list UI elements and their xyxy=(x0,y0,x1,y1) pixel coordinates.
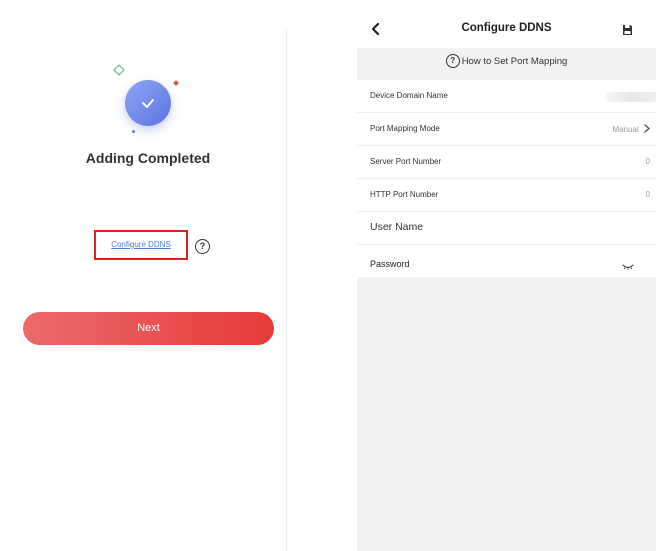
configure-ddns-highlight: Configure DDNS xyxy=(94,230,188,260)
device-domain-label: Device Domain Name xyxy=(370,91,448,100)
screen-divider xyxy=(286,30,287,551)
user-name-label: User Name xyxy=(370,221,424,233)
howto-label: How to Set Port Mapping xyxy=(461,55,568,67)
port-mapping-mode-value-wrap: Manual xyxy=(613,124,650,134)
configure-ddns-link[interactable]: Configure DDNS xyxy=(96,240,186,249)
configure-ddns-screen: Configure DDNS ? How to Set Port Mapping… xyxy=(357,10,656,551)
check-circle-icon xyxy=(125,80,171,126)
nav-title: Configure DDNS xyxy=(461,22,552,34)
eye-closed-icon[interactable] xyxy=(622,257,634,275)
page-title: Adding Completed xyxy=(85,150,211,166)
user-name-field[interactable]: User Name xyxy=(357,212,656,245)
port-mapping-mode-label: Port Mapping Mode xyxy=(370,124,440,133)
question-circle-icon: ? xyxy=(445,54,460,68)
chevron-right-icon xyxy=(644,124,650,133)
server-port-value[interactable]: 0 xyxy=(646,157,650,166)
decor-sparkle-red xyxy=(173,80,179,86)
ddns-settings-list: Device Domain Name Port Mapping Mode Man… xyxy=(357,80,656,277)
http-port-label: HTTP Port Number xyxy=(370,190,439,199)
port-mapping-mode-row[interactable]: Port Mapping Mode Manual xyxy=(357,113,656,146)
password-label: Password xyxy=(370,259,410,269)
nav-bar: Configure DDNS xyxy=(357,10,656,48)
decor-sparkle-green xyxy=(113,64,125,76)
port-mapping-mode-value: Manual xyxy=(612,125,639,134)
server-port-label: Server Port Number xyxy=(370,157,442,166)
next-button[interactable]: Next xyxy=(23,312,274,345)
device-domain-value-redacted xyxy=(606,92,656,102)
http-port-row[interactable]: HTTP Port Number 0 xyxy=(357,179,656,212)
http-port-value[interactable]: 0 xyxy=(646,190,650,199)
device-domain-row[interactable]: Device Domain Name xyxy=(357,80,656,113)
floppy-disk-icon[interactable] xyxy=(622,23,633,41)
adding-completed-screen: Adding Completed Configure DDNS ? Next xyxy=(10,30,286,551)
how-to-set-port-mapping-link[interactable]: ? How to Set Port Mapping xyxy=(357,48,656,75)
password-field[interactable]: Password xyxy=(357,245,656,277)
decor-sparkle-blue xyxy=(132,130,135,133)
question-circle-icon[interactable]: ? xyxy=(195,239,210,254)
server-port-row[interactable]: Server Port Number 0 xyxy=(357,146,656,179)
